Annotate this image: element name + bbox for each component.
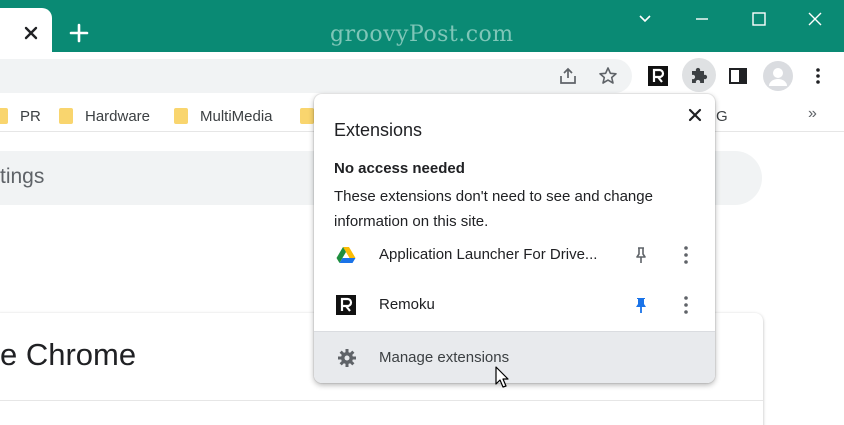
close-window-button[interactable] xyxy=(798,6,832,32)
manage-extensions-button[interactable]: Manage extensions xyxy=(314,331,715,383)
gear-icon xyxy=(337,348,357,368)
extension-item-application-launcher[interactable]: Application Launcher For Drive... xyxy=(314,231,715,281)
profile-avatar[interactable] xyxy=(763,61,793,91)
extension-name: Remoku xyxy=(379,296,435,313)
maximize-icon xyxy=(752,12,766,26)
minimize-button[interactable] xyxy=(685,6,719,32)
bookmark-folder-multimedia[interactable]: MultiMedia xyxy=(174,106,273,126)
card-title: e Chrome xyxy=(0,337,137,372)
watermark-text: groovyPost.com xyxy=(330,22,514,47)
mouse-cursor-icon xyxy=(495,366,511,390)
extensions-popup: Extensions No access needed These extens… xyxy=(314,94,715,383)
bookmark-folder-hardware[interactable]: Hardware xyxy=(59,106,150,126)
extensions-puzzle-icon[interactable] xyxy=(682,58,716,92)
minimize-icon xyxy=(696,18,708,20)
address-bar[interactable] xyxy=(0,59,632,93)
person-icon xyxy=(769,68,787,86)
popup-title: Extensions xyxy=(334,120,423,140)
more-options-icon[interactable] xyxy=(682,295,690,315)
remoku-toolbar-icon[interactable] xyxy=(644,62,672,90)
section-heading: No access needed xyxy=(334,160,465,177)
maximize-button[interactable] xyxy=(742,6,776,32)
extension-item-remoku[interactable]: Remoku xyxy=(314,281,715,331)
search-placeholder-text: tings xyxy=(0,165,45,188)
pin-outline-icon[interactable] xyxy=(632,246,650,264)
section-description: These extensions don't need to see and c… xyxy=(334,188,653,230)
close-tab-icon[interactable] xyxy=(20,22,42,44)
card-divider xyxy=(0,400,763,401)
toolbar xyxy=(0,52,844,100)
share-icon[interactable] xyxy=(554,62,582,90)
title-bar: groovyPost.com xyxy=(0,0,844,60)
google-drive-icon xyxy=(336,245,356,265)
remoku-icon xyxy=(336,295,356,315)
extension-name: Application Launcher For Drive... xyxy=(379,246,598,263)
more-options-icon[interactable] xyxy=(682,245,690,265)
new-tab-button[interactable] xyxy=(66,20,92,46)
menu-kebab-icon[interactable] xyxy=(804,62,832,90)
folder-icon xyxy=(59,108,73,124)
chevron-down-icon xyxy=(639,15,651,23)
bookmark-star-icon[interactable] xyxy=(594,62,622,90)
bookmark-folder-pr[interactable]: PR xyxy=(0,106,41,126)
folder-icon xyxy=(174,108,188,124)
folder-icon xyxy=(0,108,8,124)
bookmarks-overflow-chevron[interactable]: » xyxy=(808,105,817,123)
bookmark-item-g[interactable]: G xyxy=(716,106,728,126)
folder-icon xyxy=(300,108,314,124)
side-panel-icon[interactable] xyxy=(724,62,752,90)
pin-filled-icon[interactable] xyxy=(632,296,650,314)
manage-extensions-label: Manage extensions xyxy=(379,349,510,366)
tab-search-button[interactable] xyxy=(628,6,662,32)
close-icon xyxy=(808,12,822,26)
close-icon[interactable] xyxy=(686,106,704,124)
